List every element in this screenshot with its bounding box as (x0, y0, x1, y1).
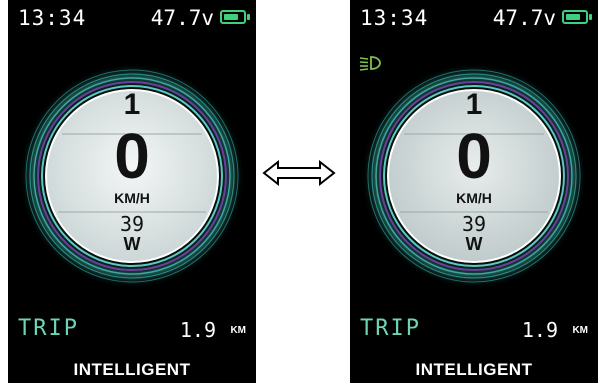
assist-level: 1 (465, 88, 483, 121)
speed-gauge: 1 0 KM/H 39 W (18, 62, 246, 290)
speed-value: 0 (114, 120, 150, 192)
battery-icon (220, 10, 250, 24)
status-bar: 13:34 47.7v (350, 6, 598, 34)
power-unit: W (123, 234, 141, 254)
display-screen-left: 13:34 47.7v 1 0 KM/H 39 W TRIP 1.9 KM IN… (8, 0, 256, 383)
display-screen-right: 13:34 47.7v 1 0 KM/H 39 W TRIP 1.9 KM IN… (350, 0, 598, 383)
power-unit: W (465, 234, 483, 254)
trip-label: TRIP (360, 316, 421, 341)
battery-voltage: 47.7v (150, 6, 214, 30)
power-value: 39 (461, 212, 487, 236)
speed-unit: KM/H (456, 190, 492, 206)
speed-gauge: 1 0 KM/H 39 W (360, 62, 588, 290)
double-arrow-icon (262, 160, 336, 186)
clock: 13:34 (18, 6, 87, 30)
clock: 13:34 (360, 6, 429, 30)
status-bar: 13:34 47.7v (8, 6, 256, 34)
trip-unit: KM (230, 325, 246, 336)
riding-mode: INTELLIGENT (415, 360, 533, 379)
trip-label: TRIP (18, 316, 79, 341)
speed-unit: KM/H (114, 190, 150, 206)
battery-icon (562, 10, 592, 24)
trip-value: 1.9 (521, 318, 558, 342)
speed-value: 0 (456, 120, 492, 192)
power-value: 39 (119, 212, 145, 236)
assist-level: 1 (123, 88, 141, 121)
riding-mode: INTELLIGENT (73, 360, 191, 379)
trip-unit: KM (572, 325, 588, 336)
trip-value: 1.9 (179, 318, 216, 342)
battery-voltage: 47.7v (492, 6, 556, 30)
